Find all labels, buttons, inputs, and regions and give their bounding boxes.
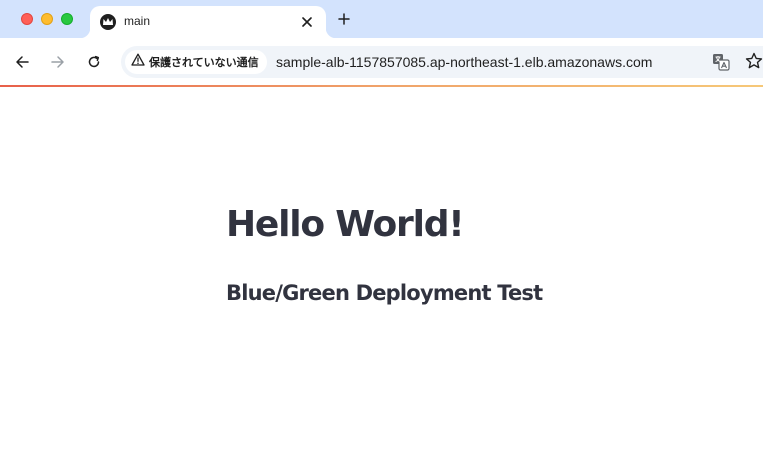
browser-toolbar: 保護されていない通信 sample-alb-1157857085.ap-nort… — [0, 38, 763, 86]
page-content: Hello World! Blue/Green Deployment Test — [0, 87, 763, 466]
page-subheading: Blue/Green Deployment Test — [226, 281, 543, 305]
security-label: 保護されていない通信 — [149, 57, 259, 69]
page-heading: Hello World! — [226, 204, 465, 245]
crown-favicon-icon — [100, 14, 116, 30]
security-chip[interactable]: 保護されていない通信 — [125, 50, 267, 74]
window-minimize-button[interactable] — [41, 13, 53, 25]
reload-icon[interactable] — [83, 51, 105, 73]
url-text[interactable]: sample-alb-1157857085.ap-northeast-1.elb… — [276, 54, 652, 70]
tab-close-icon[interactable] — [298, 13, 316, 31]
window-maximize-button[interactable] — [61, 13, 73, 25]
browser-window: main 保護されていない通信 sample-alb-1157857085.ap… — [0, 0, 763, 466]
arrow-left-icon[interactable] — [11, 51, 33, 73]
star-icon[interactable] — [744, 51, 763, 71]
new-tab-plus-icon[interactable] — [334, 9, 354, 29]
tab-main[interactable]: main — [80, 6, 336, 38]
arrow-right-icon[interactable] — [47, 51, 69, 73]
window-close-button[interactable] — [21, 13, 33, 25]
translate-icon[interactable] — [711, 52, 731, 72]
warning-triangle-icon — [131, 53, 145, 71]
address-bar[interactable]: 保護されていない通信 sample-alb-1157857085.ap-nort… — [121, 46, 763, 78]
tab-title: main — [124, 14, 151, 28]
tab-strip: main — [0, 0, 763, 38]
